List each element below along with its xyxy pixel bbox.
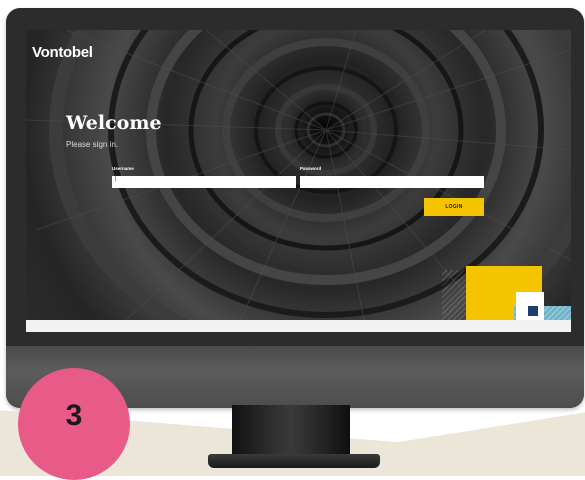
vontobel-logo: Vontobel bbox=[32, 44, 93, 61]
screen-footer-strip bbox=[26, 320, 571, 332]
sign-in-subtitle: Please sign in. bbox=[66, 140, 119, 149]
welcome-heading: Welcome bbox=[66, 112, 162, 134]
password-label: Password bbox=[300, 166, 322, 171]
step-number-badge: 3 bbox=[18, 368, 130, 480]
step-number: 3 bbox=[65, 399, 83, 432]
login-screen: Vontobel Welcome Please sign in. Usernam… bbox=[26, 30, 571, 330]
login-button[interactable]: LOGIN bbox=[424, 198, 484, 216]
password-input[interactable] bbox=[300, 176, 484, 188]
monitor-stand-base bbox=[208, 454, 380, 468]
username-label: Username bbox=[112, 166, 134, 171]
username-input[interactable]: | bbox=[112, 176, 296, 188]
monitor-stand-neck bbox=[232, 405, 350, 457]
decorative-navy-square bbox=[528, 306, 538, 316]
